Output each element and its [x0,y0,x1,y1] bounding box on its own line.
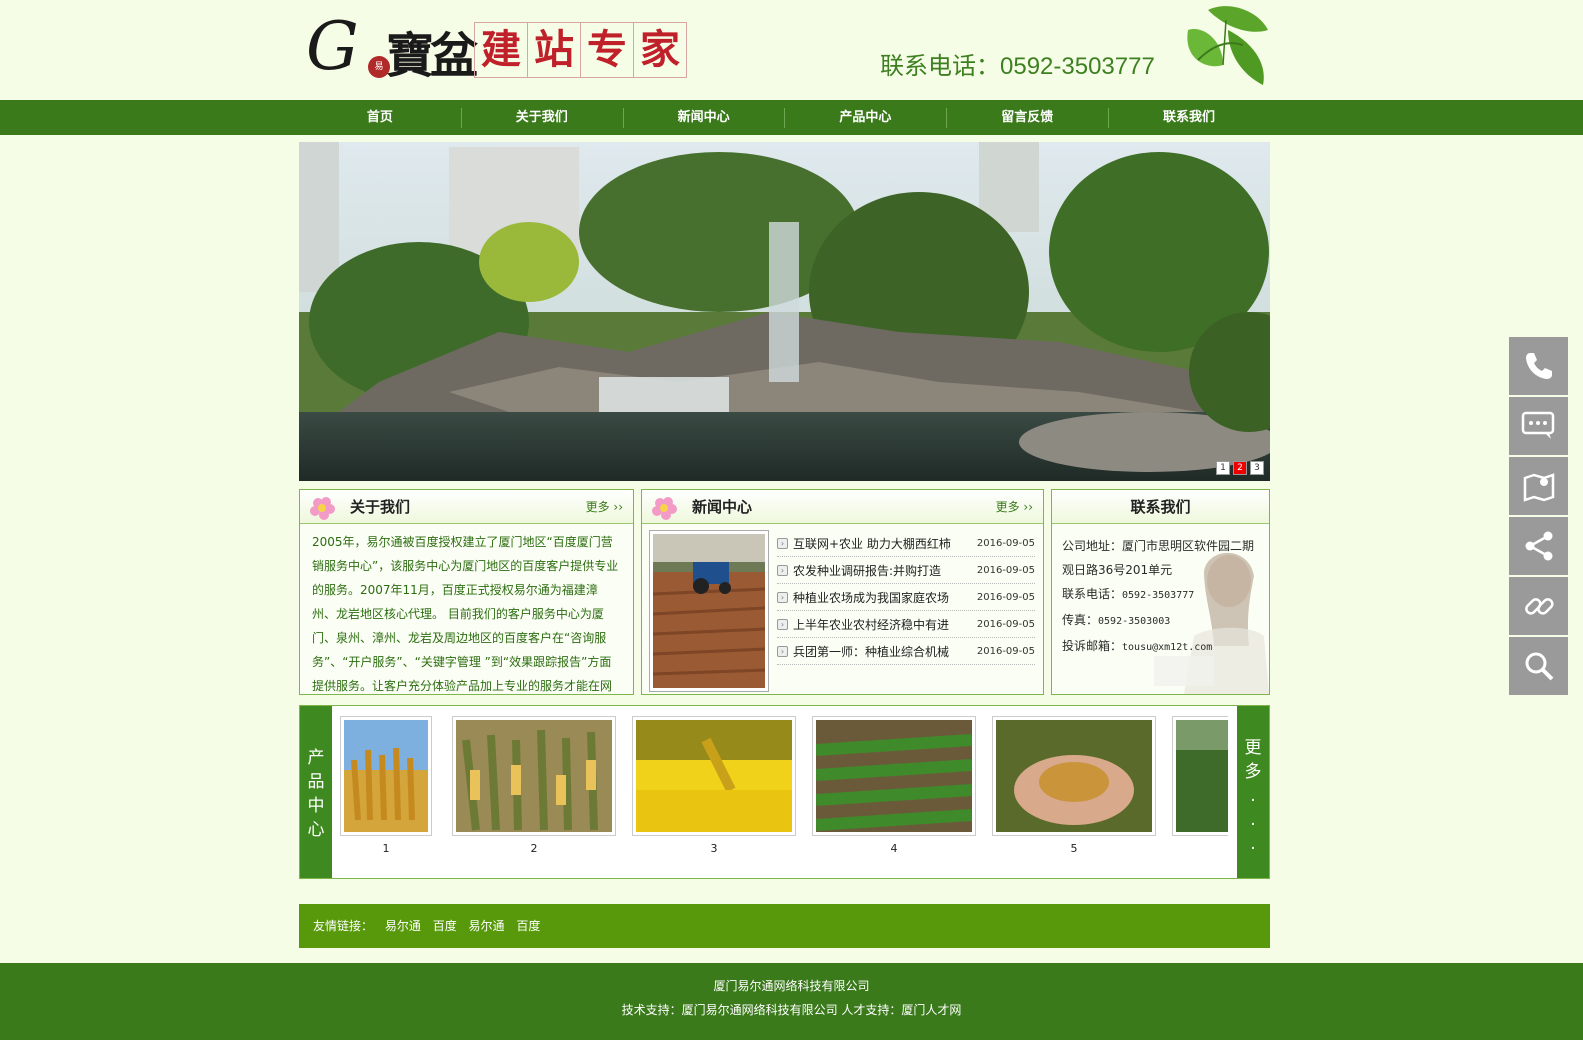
friend-link[interactable]: 百度 [516,919,540,933]
product-item[interactable]: 2 [452,716,616,855]
product-more-button[interactable]: 更 多 . . . [1237,706,1269,878]
friend-link[interactable]: 百度 [433,919,457,933]
news-title: 新闻中心 [692,498,753,516]
about-box: 关于我们 更多 ›› 2005年，易尔通被百度授权建立了厦门地区“百度厦门营销服… [299,489,634,695]
about-title: 关于我们 [350,498,411,516]
list-bullet-icon: › [777,564,788,576]
product-item[interactable]: 4 [812,716,976,855]
banner-image [299,142,1270,481]
news-item[interactable]: › 兵团第一师：种植业综合机械 2016-09-05 [777,638,1035,665]
contact-phone-row: 联系电话：0592-3503777 [1062,587,1195,601]
contact-info: 公司地址：厦门市思明区软件园二期观日路36号201单元 联系电话：0592-35… [1052,524,1269,694]
about-more-link[interactable]: 更多 ›› [586,490,623,524]
nav-contact[interactable]: 联系我们 [1108,100,1270,135]
logo-letter: G [306,8,359,85]
site-header: G 易 寶盆 建 站 专 家 联系电话：0592-3503777 [0,0,1583,100]
nav-home[interactable]: 首页 [299,100,461,135]
flower-icon [310,497,335,520]
banner-slider[interactable]: 1 2 3 [299,142,1270,481]
contact-address: 公司地址：厦门市思明区软件园二期观日路36号201单元 [1062,539,1255,577]
friend-link[interactable]: 易尔通 [385,919,421,933]
share-icon[interactable] [1509,517,1568,575]
news-thumbnail[interactable] [649,530,769,692]
footer-company: 厦门易尔通网络科技有限公司 [713,979,870,993]
main-nav: 首页 关于我们 新闻中心 产品中心 留言反馈 联系我们 [0,100,1583,135]
contact-title: 联系我们 [1130,498,1191,516]
contact-fax-row: 传真：0592-3503003 [1062,613,1171,627]
nav-news[interactable]: 新闻中心 [622,100,785,135]
product-item[interactable] [1172,716,1228,836]
contact-fax: 0592-3503003 [1098,616,1171,627]
list-bullet-icon: › [777,537,788,549]
friend-link[interactable]: 易尔通 [469,919,505,933]
contact-email-row: 投诉邮箱：tousu@xm12t.com [1062,639,1213,653]
product-item[interactable]: 3 [632,716,796,855]
search-icon[interactable] [1509,637,1568,695]
side-toolbar [1509,337,1568,697]
product-item[interactable]: 1 [340,716,432,855]
logo-slogan: 建 站 专 家 [474,22,687,78]
friend-links: 友情链接： 易尔通 百度 易尔通 百度 [299,904,1270,948]
banner-pagination: 1 2 3 [1216,461,1264,475]
news-item[interactable]: › 农发种业调研报告:并购打造 2016-09-05 [777,557,1035,584]
list-bullet-icon: › [777,618,788,630]
news-more-link[interactable]: 更多 ›› [996,490,1033,524]
banner-dot-3[interactable]: 3 [1250,461,1264,475]
contact-email[interactable]: tousu@xm12t.com [1122,642,1212,653]
phone-icon[interactable] [1509,337,1568,395]
leaf-decoration [1187,6,1268,85]
map-icon[interactable] [1509,457,1568,515]
header-phone: 联系电话：0592-3503777 [880,53,1155,80]
nav-products[interactable]: 产品中心 [784,100,946,135]
footer-support: 技术支持：厦门易尔通网络科技有限公司 人才支持：厦门人才网 [621,1003,962,1017]
news-item[interactable]: › 种植业农场成为我国家庭农场 2016-09-05 [777,584,1035,611]
product-center-label: 产 品 中 心 [300,706,332,878]
flower-icon [652,497,677,520]
product-carousel[interactable]: 1 2 3 4 5 [332,706,1228,878]
contact-box: 联系我们 公司地址：厦门市思明区软件园二期观日路36号201单元 联系电话：05… [1051,489,1270,695]
list-bullet-icon: › [777,591,788,603]
site-footer: 厦门易尔通网络科技有限公司 技术支持：厦门易尔通网络科技有限公司 人才支持：厦门… [0,963,1583,1040]
nav-about[interactable]: 关于我们 [460,100,623,135]
link-icon[interactable] [1509,577,1568,635]
news-item[interactable]: › 上半年农业农村经济稳中有进 2016-09-05 [777,611,1035,638]
logo-brand: 寶盆 [386,28,478,84]
friend-links-label: 友情链接： [313,919,374,933]
about-text: 2005年，易尔通被百度授权建立了厦门地区“百度厦门营销服务中心”，该服务中心为… [312,535,619,693]
news-box: 新闻中心 更多 ›› › 互联网+农业 助力大棚西红柿 2016-09-05 ›… [641,489,1044,695]
news-list: › 互联网+农业 助力大棚西红柿 2016-09-05 › 农发种业调研报告:并… [777,530,1035,665]
site-logo[interactable]: G 易 寶盆 建 站 专 家 [306,12,696,84]
product-strip: 产 品 中 心 1 2 3 4 5 更 多 . . . [299,705,1270,879]
chat-icon[interactable] [1509,397,1568,455]
list-bullet-icon: › [777,645,788,657]
banner-dot-1[interactable]: 1 [1216,461,1230,475]
news-item[interactable]: › 互联网+农业 助力大棚西红柿 2016-09-05 [777,530,1035,557]
product-item[interactable]: 5 [992,716,1156,855]
nav-feedback[interactable]: 留言反馈 [946,100,1108,135]
banner-dot-2[interactable]: 2 [1233,461,1247,475]
contact-phone: 0592-3503777 [1122,590,1195,601]
